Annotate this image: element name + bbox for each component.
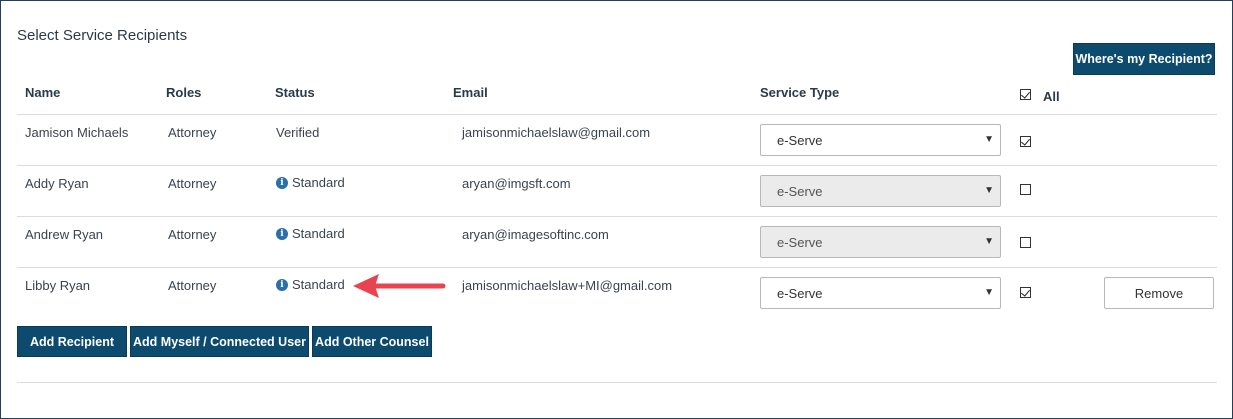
- info-circle-icon[interactable]: i: [276, 176, 288, 189]
- header-roles: Roles: [166, 85, 202, 100]
- recipient-name: Libby Ryan: [25, 278, 91, 293]
- recipient-email: aryan@imagesoftinc.com: [462, 227, 609, 242]
- recipient-status: i Standard: [276, 277, 345, 292]
- recipient-checkbox[interactable]: [1020, 287, 1031, 298]
- recipient-role: Attorney: [168, 278, 217, 293]
- recipient-role: Attorney: [168, 125, 217, 140]
- service-type-select: e-Serve ▼: [760, 175, 1001, 207]
- recipient-name: Addy Ryan: [25, 176, 89, 191]
- recipient-status: i Standard: [276, 226, 345, 241]
- recipient-name: Jamison Michaels: [25, 125, 129, 140]
- section-title: Select Service Recipients: [17, 27, 188, 44]
- recipient-email: jamisonmichaelslaw@gmail.com: [462, 125, 651, 140]
- service-type-select[interactable]: e-Serve ▼: [760, 277, 1001, 309]
- recipient-checkbox[interactable]: [1020, 136, 1031, 147]
- chevron-down-icon: ▼: [984, 236, 994, 247]
- select-all-checkbox[interactable]: [1020, 89, 1031, 100]
- remove-button[interactable]: Remove: [1104, 277, 1214, 309]
- divider: [17, 114, 1217, 115]
- recipient-email: aryan@imgsft.com: [462, 176, 571, 191]
- recipient-email: jamisonmichaelslaw+MI@gmail.com: [462, 278, 673, 293]
- service-type-select: e-Serve ▼: [760, 226, 1001, 258]
- chevron-down-icon: ▼: [984, 134, 994, 145]
- chevron-down-icon: ▼: [984, 185, 994, 196]
- wheres-my-recipient-button[interactable]: Where's my Recipient?: [1073, 43, 1215, 75]
- divider: [17, 382, 1217, 383]
- chevron-down-icon: ▼: [984, 287, 994, 298]
- red-arrow-icon: [353, 274, 446, 298]
- info-circle-icon[interactable]: i: [276, 227, 288, 240]
- service-type-value: e-Serve: [777, 183, 823, 199]
- select-all-label: All: [1043, 89, 1060, 104]
- header-name: Name: [25, 85, 61, 100]
- recipient-name: Andrew Ryan: [25, 227, 104, 242]
- add-other-counsel-button[interactable]: Add Other Counsel: [312, 326, 432, 357]
- header-service-type: Service Type: [760, 85, 840, 100]
- recipient-status: Verified: [276, 125, 320, 140]
- service-type-value: e-Serve: [777, 285, 823, 301]
- recipient-role: Attorney: [168, 227, 217, 242]
- header-email: Email: [453, 85, 488, 100]
- recipient-role: Attorney: [168, 176, 217, 191]
- recipient-checkbox[interactable]: [1020, 184, 1031, 195]
- add-myself-button[interactable]: Add Myself / Connected User: [130, 326, 309, 357]
- recipient-checkbox[interactable]: [1020, 237, 1031, 248]
- info-circle-icon[interactable]: i: [276, 278, 288, 291]
- add-recipient-button[interactable]: Add Recipient: [17, 326, 127, 357]
- service-type-value: e-Serve: [777, 132, 823, 148]
- service-type-value: e-Serve: [777, 234, 823, 250]
- divider: [17, 165, 1217, 166]
- divider: [17, 216, 1217, 217]
- recipient-status: i Standard: [276, 175, 345, 190]
- service-type-select[interactable]: e-Serve ▼: [760, 124, 1001, 156]
- header-status: Status: [275, 85, 315, 100]
- recipients-panel: Select Service Recipients Where's my Rec…: [0, 0, 1233, 419]
- divider: [17, 267, 1217, 268]
